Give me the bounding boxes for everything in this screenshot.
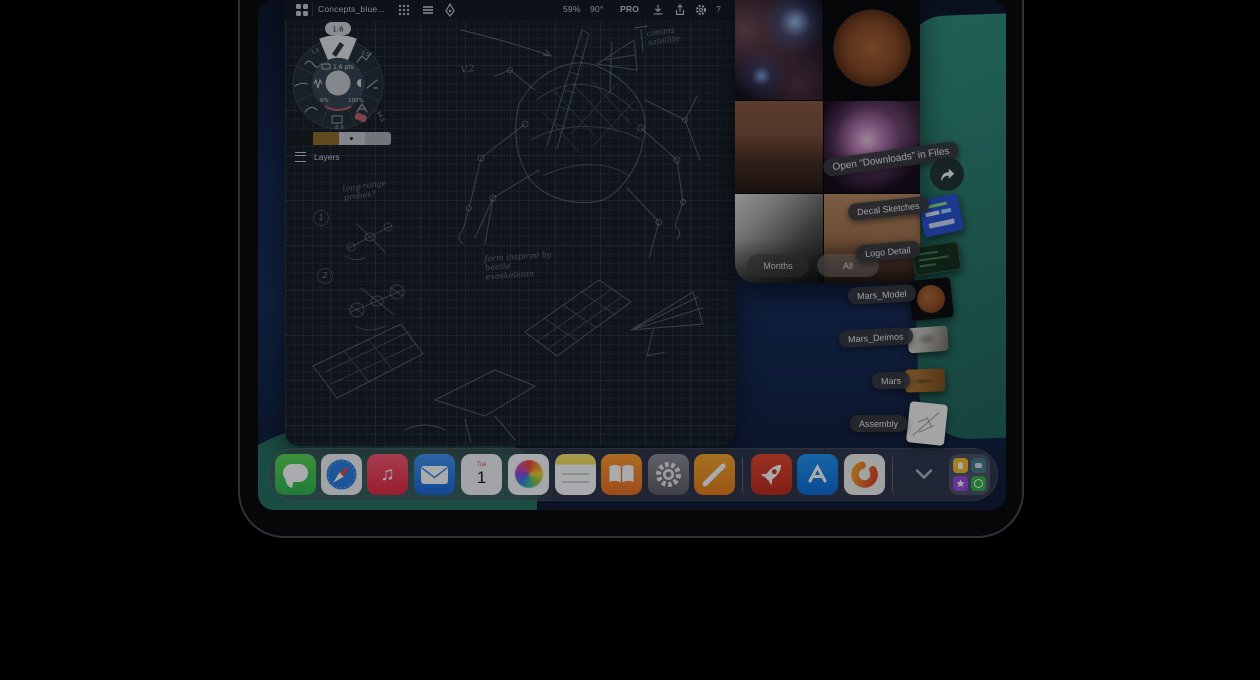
zoom-level[interactable]: 59% — [563, 4, 581, 14]
dock-icon-books[interactable] — [601, 454, 642, 495]
tab-all-label: All — [843, 261, 853, 271]
app-library-minigrid — [953, 458, 986, 491]
drag-label-mars-deimos: Mars_Deimos — [839, 327, 913, 348]
dock-icon-concepts[interactable] — [844, 454, 885, 495]
tab-months[interactable]: Months — [747, 254, 809, 277]
tab-months-label: Months — [763, 261, 793, 271]
dock-icon-safari[interactable] — [321, 454, 362, 495]
swatch-gray[interactable] — [365, 132, 391, 145]
drag-label-assembly: Assembly — [850, 415, 907, 432]
calendar-day: 1 — [477, 469, 486, 487]
active-brush-size: 1.6 — [332, 26, 344, 34]
photos-app-window: Months All — [735, 0, 920, 283]
music-note-icon: ♫ — [380, 464, 394, 486]
swatch-black[interactable] — [291, 132, 313, 145]
swatch-light-selected[interactable] — [339, 132, 365, 145]
grid-dots-icon[interactable] — [397, 3, 411, 17]
settings-gear-icon[interactable] — [694, 3, 708, 17]
ipad-screen: Concepts_blue... 59% 90° PRO — [258, 0, 1006, 510]
layers-menu-icon — [295, 152, 306, 162]
mini-app-camera — [971, 458, 986, 473]
toolbar-divider — [312, 3, 313, 16]
ipad-device-frame: Concepts_blue... 59% 90° PRO — [238, 0, 1024, 538]
drag-label-mars-model: Mars_Model — [848, 284, 916, 305]
dock-icon-sketch-pen[interactable] — [694, 454, 735, 495]
dock: ♫ Tue 1 — [268, 448, 998, 501]
concepts-app-window: Concepts_blue... 59% 90° PRO — [285, 0, 735, 446]
dock-icon-mail[interactable] — [414, 454, 455, 495]
layers-title: Layers — [314, 152, 340, 162]
annotation-number-1: 1 — [313, 210, 329, 226]
dock-icon-app-store[interactable] — [797, 454, 838, 495]
import-icon[interactable] — [651, 3, 665, 17]
drop-forward-badge[interactable] — [930, 157, 964, 191]
annotation-number-2: 2 — [317, 268, 333, 284]
concepts-toolbar: Concepts_blue... 59% 90° PRO — [285, 0, 735, 21]
photo-mars-planet[interactable] — [824, 0, 920, 100]
drag-thumb-mars-map[interactable] — [905, 368, 946, 392]
layers-menu-icon[interactable] — [421, 3, 435, 17]
mini-app-tips — [953, 458, 968, 473]
dock-icon-calendar[interactable]: Tue 1 — [461, 454, 502, 495]
chevron-down-icon[interactable] — [915, 468, 933, 480]
wheel-center-knob[interactable] — [326, 71, 351, 96]
document-title[interactable]: Concepts_blue... — [318, 4, 385, 14]
drag-thumb-mars-deimos[interactable] — [907, 326, 949, 354]
pen-nib-icon[interactable] — [443, 3, 457, 17]
brush-size-bottom-right: 14.5 — [375, 110, 385, 123]
help-button[interactable]: ? — [716, 4, 721, 14]
stroke-size-label: 1.6 pts — [333, 64, 354, 71]
pro-badge[interactable]: PRO — [620, 4, 639, 14]
export-share-icon[interactable] — [673, 3, 687, 17]
dock-divider — [742, 457, 743, 492]
brush-tool-wheel[interactable]: 1.6 1.3 3.5 — [287, 22, 389, 132]
drag-thumb-assembly[interactable] — [906, 401, 948, 446]
drag-thumb-mars-model[interactable] — [908, 277, 954, 321]
photo-nebula-blue[interactable] — [735, 0, 823, 100]
dock-icon-music[interactable]: ♫ — [367, 454, 408, 495]
selected-swatch-dot — [350, 137, 353, 140]
swatch-gold[interactable] — [313, 132, 339, 145]
annotation-beetle: form inspired by beetle exoskeleton — [484, 250, 556, 282]
rotation-angle[interactable]: 90° — [590, 4, 603, 14]
brush-size-bottom: 8.9 — [335, 125, 344, 131]
color-swatch-bar[interactable] — [291, 132, 391, 145]
dock-icon-notes[interactable] — [555, 454, 596, 495]
mini-app-podcasts — [971, 476, 986, 491]
dock-icon-settings[interactable] — [648, 454, 689, 495]
layers-panel-header[interactable]: Layers — [295, 152, 340, 162]
photo-mars-hills[interactable] — [735, 101, 823, 193]
photos-flower-icon — [515, 460, 543, 488]
dock-icon-messages[interactable] — [275, 454, 316, 495]
dock-icon-rocket[interactable] — [751, 454, 792, 495]
dock-divider-2 — [892, 457, 893, 492]
drag-label-mars: Mars — [872, 371, 911, 389]
app-gallery-icon[interactable] — [295, 3, 309, 17]
mini-app-star — [953, 476, 968, 491]
forward-arrow-icon — [938, 165, 956, 183]
opacity-min-label: 0% — [320, 98, 329, 104]
dock-icon-app-library[interactable] — [949, 454, 990, 495]
opacity-max-label: 100% — [348, 98, 364, 104]
dock-icon-photos[interactable] — [508, 454, 549, 495]
